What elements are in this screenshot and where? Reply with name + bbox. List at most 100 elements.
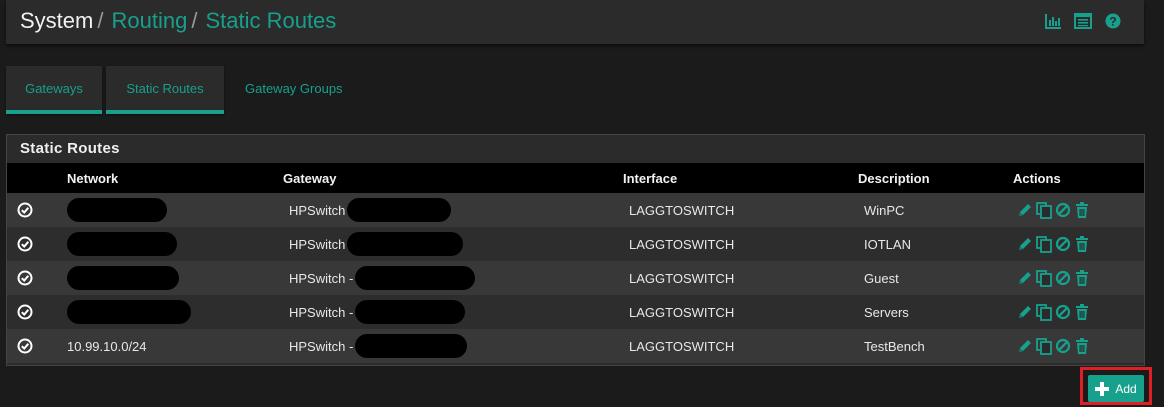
actions-cell: [1013, 227, 1144, 261]
breadcrumb-system: System: [20, 8, 94, 33]
copy-icon[interactable]: [1036, 235, 1052, 253]
bar-chart-icon[interactable]: [1044, 13, 1062, 29]
tab-gateway-groups[interactable]: Gateway Groups: [228, 66, 360, 114]
panel-title: Static Routes: [20, 140, 120, 157]
gateway-value: HPSwitch -: [289, 338, 354, 354]
network-value: 10.99.10.0/24: [67, 338, 147, 354]
page-header: System / Routing / Static Routes ?: [6, 0, 1144, 44]
interface-cell: LAGGTOSWITCH: [613, 193, 848, 227]
gateway-value: HPSwitch -: [289, 304, 354, 320]
check-circle-icon: [17, 236, 33, 252]
copy-icon[interactable]: [1036, 201, 1052, 219]
page: System / Routing / Static Routes ? Gatew…: [0, 0, 1164, 407]
gateway-cell: HPSwitch -: [273, 329, 613, 363]
row-status-cell: [7, 261, 57, 295]
redacted-network: [67, 232, 177, 256]
row-actions: [1017, 303, 1144, 321]
pencil-icon[interactable]: [1017, 269, 1033, 287]
header-interface[interactable]: Interface: [613, 163, 848, 193]
trash-icon[interactable]: [1074, 201, 1090, 219]
redacted-network: [67, 300, 191, 324]
row-status-cell: [7, 329, 57, 363]
header-description[interactable]: Description: [848, 163, 1013, 193]
tab-static-routes[interactable]: Static Routes: [106, 66, 224, 114]
redacted-gateway-address: [347, 232, 464, 256]
gateway-value-wrap: HPSwitch -: [289, 300, 613, 324]
row-status-cell: [7, 227, 57, 261]
header-status: [7, 163, 57, 193]
copy-icon[interactable]: [1036, 269, 1052, 287]
check-circle-icon: [17, 270, 33, 286]
gateway-value: HPSwitch: [289, 202, 346, 218]
interface-cell: LAGGTOSWITCH: [613, 261, 848, 295]
row-actions: [1017, 337, 1144, 355]
header-actions: Actions: [1013, 163, 1144, 193]
help-icon[interactable]: ?: [1104, 13, 1122, 29]
trash-icon[interactable]: [1074, 235, 1090, 253]
redacted-gateway-address: [347, 198, 452, 222]
breadcrumb: System / Routing / Static Routes: [20, 8, 336, 34]
disable-icon[interactable]: [1055, 235, 1071, 253]
header-gateway[interactable]: Gateway: [273, 163, 613, 193]
redacted-gateway-address: [355, 334, 468, 358]
gateway-cell: HPSwitch -: [273, 261, 613, 295]
description-cell: IOTLAN: [848, 227, 1013, 261]
trash-icon[interactable]: [1074, 303, 1090, 321]
table-row[interactable]: HPSwitch LAGGTOSWITCH IOTLAN: [7, 227, 1144, 261]
tab-gateways[interactable]: Gateways: [6, 66, 102, 114]
table-body: HPSwitch LAGGTOSWITCH WinPC HPSwitch LAGGTOS…: [7, 193, 1144, 363]
description-cell: Servers: [848, 295, 1013, 329]
pencil-icon[interactable]: [1017, 337, 1033, 355]
breadcrumb-separator: /: [191, 8, 198, 33]
redacted-gateway-address: [355, 266, 476, 290]
disable-icon[interactable]: [1055, 269, 1071, 287]
redacted-network: [67, 198, 167, 222]
trash-icon[interactable]: [1074, 337, 1090, 355]
redacted-gateway-address: [355, 300, 466, 324]
gateway-value: HPSwitch -: [289, 270, 354, 286]
row-status-cell: [7, 193, 57, 227]
row-actions: [1017, 201, 1144, 219]
gateway-value-wrap: HPSwitch -: [289, 266, 613, 290]
disable-icon[interactable]: [1055, 303, 1071, 321]
check-circle-icon: [17, 202, 33, 218]
tab-bar: Gateways Static Routes Gateway Groups: [6, 66, 360, 114]
gateway-value-wrap: HPSwitch: [289, 198, 613, 222]
check-circle-icon: [17, 338, 33, 354]
actions-cell: [1013, 329, 1144, 363]
row-actions: [1017, 235, 1144, 253]
static-routes-panel: Static Routes Network Gateway Interface …: [6, 134, 1145, 366]
gateway-cell: HPSwitch: [273, 193, 613, 227]
description-cell: TestBench: [848, 329, 1013, 363]
pencil-icon[interactable]: [1017, 201, 1033, 219]
disable-icon[interactable]: [1055, 337, 1071, 355]
disable-icon[interactable]: [1055, 201, 1071, 219]
gateway-cell: HPSwitch: [273, 227, 613, 261]
list-icon[interactable]: [1074, 13, 1092, 29]
gateway-value-wrap: HPSwitch -: [289, 334, 613, 358]
table-row[interactable]: 10.99.10.0/24 HPSwitch - LAGGTOSWITCH TestB…: [7, 329, 1144, 363]
header-icons: ?: [1044, 12, 1122, 30]
table-row[interactable]: HPSwitch - LAGGTOSWITCH Guest: [7, 261, 1144, 295]
row-actions: [1017, 269, 1144, 287]
trash-icon[interactable]: [1074, 269, 1090, 287]
copy-icon[interactable]: [1036, 303, 1052, 321]
pencil-icon[interactable]: [1017, 235, 1033, 253]
row-status-cell: [7, 295, 57, 329]
network-cell: [57, 193, 273, 227]
static-routes-table: Network Gateway Interface Description Ac…: [7, 163, 1144, 363]
breadcrumb-separator: /: [97, 8, 104, 33]
breadcrumb-routing-link[interactable]: Routing: [111, 8, 187, 33]
pencil-icon[interactable]: [1017, 303, 1033, 321]
header-network[interactable]: Network: [57, 163, 273, 193]
table-row[interactable]: HPSwitch LAGGTOSWITCH WinPC: [7, 193, 1144, 227]
copy-icon[interactable]: [1036, 337, 1052, 355]
table-header-row: Network Gateway Interface Description Ac…: [7, 163, 1144, 193]
actions-cell: [1013, 193, 1144, 227]
table-row[interactable]: HPSwitch - LAGGTOSWITCH Servers: [7, 295, 1144, 329]
breadcrumb-static-routes-link[interactable]: Static Routes: [205, 8, 336, 33]
network-cell: [57, 261, 273, 295]
network-cell: [57, 227, 273, 261]
add-button[interactable]: Add: [1088, 375, 1144, 402]
network-cell: 10.99.10.0/24: [57, 329, 273, 363]
